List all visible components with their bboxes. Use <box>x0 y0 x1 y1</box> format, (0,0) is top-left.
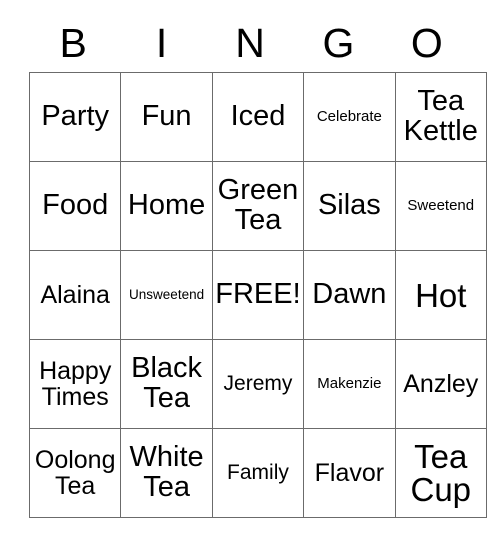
bingo-card: B I N G O Party Fun Iced Celebrate Tea K… <box>28 14 487 518</box>
bingo-cell-label: Home <box>127 189 206 222</box>
bingo-cell-label: Tea Cup <box>410 438 472 508</box>
bingo-cell[interactable]: Oolong Tea <box>28 428 122 518</box>
bingo-header-letter-o: O <box>410 19 443 66</box>
bingo-header-letter-b: B <box>59 19 87 66</box>
bingo-cell-label: Jeremy <box>223 372 293 396</box>
bingo-cell-label: Alaina <box>40 281 110 309</box>
bingo-cell[interactable]: Family <box>211 428 305 518</box>
bingo-cell[interactable]: Jeremy <box>211 339 305 429</box>
bingo-cell[interactable]: Fun <box>120 72 213 162</box>
bingo-cell-label: Unsweetend <box>129 286 205 302</box>
bingo-row: Alaina Unsweetend FREE! Dawn Hot <box>28 250 487 340</box>
bingo-cell[interactable]: Tea Kettle <box>394 72 487 162</box>
bingo-cell-label: Anzley <box>403 370 479 398</box>
bingo-cell-label: Iced <box>230 100 286 133</box>
bingo-row: Happy Times Black Tea Jeremy Makenzie An… <box>28 339 487 429</box>
bingo-cell-label: Oolong Tea <box>34 446 116 500</box>
bingo-row: Oolong Tea White Tea Family Flavor Tea C… <box>28 428 487 518</box>
bingo-cell[interactable]: Food <box>28 161 122 251</box>
bingo-cell[interactable]: Alaina <box>28 250 122 340</box>
bingo-cell[interactable]: Home <box>120 161 213 251</box>
bingo-cell-label: Sweetend <box>407 197 475 215</box>
bingo-cell-label: Happy Times <box>39 357 112 411</box>
bingo-cell-label: Party <box>41 100 110 133</box>
bingo-row: Party Fun Iced Celebrate Tea Kettle <box>28 72 487 162</box>
bingo-cell-label: Silas <box>317 189 381 222</box>
bingo-cell[interactable]: Tea Cup <box>394 428 487 518</box>
bingo-cell-label: Food <box>42 189 109 222</box>
bingo-cell[interactable]: Sweetend <box>394 161 487 251</box>
bingo-cell[interactable]: Celebrate <box>303 72 396 162</box>
bingo-cell[interactable]: Anzley <box>394 339 487 429</box>
bingo-cell[interactable]: White Tea <box>120 428 213 518</box>
bingo-cell[interactable]: Iced <box>211 72 305 162</box>
bingo-header-letter-g: G <box>322 19 355 66</box>
bingo-cell-label: Fun <box>141 100 192 133</box>
bingo-cell[interactable]: Makenzie <box>303 339 396 429</box>
bingo-cell-label: Celebrate <box>316 108 382 126</box>
bingo-header-letter-i: I <box>155 19 168 66</box>
bingo-cell[interactable]: Silas <box>303 161 396 251</box>
bingo-row: Food Home Green Tea Silas Sweetend <box>28 161 487 251</box>
bingo-cell-label: Dawn <box>312 278 387 311</box>
bingo-header-letter-n: N <box>235 19 265 66</box>
bingo-cell[interactable]: Party <box>28 72 122 162</box>
bingo-cell[interactable]: Black Tea <box>120 339 213 429</box>
bingo-cell-label: Black Tea <box>131 352 203 414</box>
bingo-cell-label: Flavor <box>314 459 385 487</box>
bingo-header-row: B I N G O <box>29 14 471 72</box>
bingo-cell[interactable]: Happy Times <box>28 339 122 429</box>
bingo-cell-label: Tea Kettle <box>403 85 478 147</box>
bingo-cell[interactable]: Dawn <box>303 250 396 340</box>
bingo-cell-label: Makenzie <box>317 375 382 393</box>
bingo-cell[interactable]: Flavor <box>303 428 396 518</box>
bingo-cell[interactable]: Unsweetend <box>120 250 213 340</box>
bingo-cell-label: Family <box>227 461 289 485</box>
bingo-cell-free[interactable]: FREE! <box>211 250 305 340</box>
bingo-cell[interactable]: Hot <box>394 250 487 340</box>
bingo-cell-label: Hot <box>415 276 467 314</box>
bingo-cell-label: Green Tea <box>217 174 299 236</box>
bingo-cell-label: White Tea <box>129 441 204 503</box>
bingo-cell[interactable]: Green Tea <box>211 161 305 251</box>
bingo-grid: Party Fun Iced Celebrate Tea Kettle Food… <box>28 72 487 518</box>
bingo-cell-label: FREE! <box>215 278 301 311</box>
